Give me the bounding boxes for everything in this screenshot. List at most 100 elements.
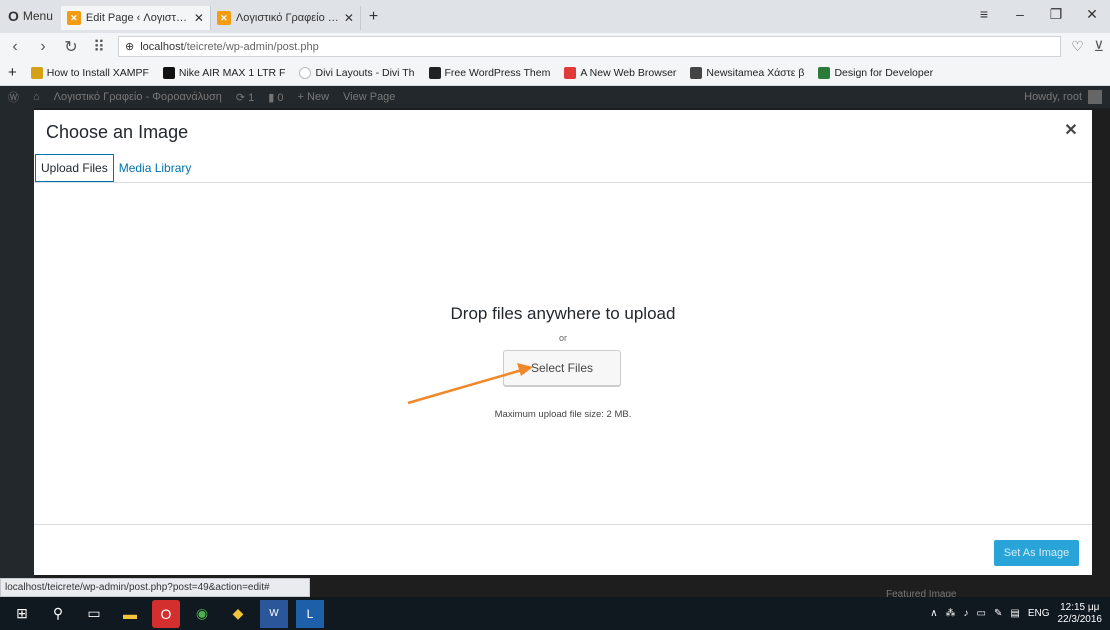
opera-logo-icon: O [8,8,19,24]
close-window-icon[interactable]: ✕ [1074,6,1110,23]
tab-upload-files[interactable]: Upload Files [35,154,114,182]
bookmark-label: Divi Layouts - Divi Th [315,66,415,79]
bookmark-item[interactable]: Divi Layouts - Divi Th [299,66,415,79]
globe-icon: ⊕ [125,41,135,53]
opera-icon[interactable]: O [152,599,180,628]
system-clock[interactable]: 12:15 μμ 22/3/2016 [1058,602,1103,626]
or-text: or [558,333,567,343]
howdy-link[interactable]: Howdy, root [1024,91,1082,103]
bookmark-label: Nike AIR MAX 1 LTR F [178,66,286,79]
media-router-tabs: Upload Files Media Library [34,154,1092,183]
browser-tab-edit-page[interactable]: ✕ Edit Page ‹ Λογιστικό Γραφ… ✕ [60,6,211,30]
url-host: localhost [140,40,184,53]
pen-icon[interactable]: ✎ [994,608,1002,619]
bookmark-item[interactable]: Free WordPress Them [428,66,551,79]
comments-link[interactable]: ▮ 0 [268,91,283,104]
upload-drop-zone[interactable]: Drop files anywhere to upload or Select … [34,184,1092,524]
wp-admin-sidebar [0,108,34,578]
clock-date: 22/3/2016 [1057,613,1103,625]
url-input[interactable]: ⊕ localhost/teicrete/wp-admin/post.php [118,36,1062,57]
bookmark-favicon-icon [690,66,703,79]
bookmark-item[interactable]: Newsitamea Χάστε β [690,66,805,79]
bookmark-item[interactable]: Nike AIR MAX 1 LTR F [162,66,286,79]
new-label: New [307,91,330,103]
media-modal: Choose an Image ✕ Upload Files Media Lib… [34,110,1092,575]
tab-label: Λογιστικό Γραφείο – Φορ… [235,12,339,24]
bookmark-favicon-icon [30,66,43,79]
bookmarks-bar: + How to Install XAMPF Nike AIR MAX 1 LT… [0,60,1110,86]
avatar[interactable] [1088,90,1102,104]
network-icon[interactable]: ⁂ [946,608,956,619]
tab-close-icon[interactable]: ✕ [194,11,204,25]
task-view-icon[interactable]: ▭ [80,600,108,628]
bookmark-label: How to Install XAMPF [46,66,149,79]
max-upload-size: Maximum upload file size: 2 MB. [494,409,632,420]
windows-taskbar: ⊞ ⚲ ▭ ▬ O ◉ ◆ W L ∧ ⁂ ♪ ▭ ✎ ▤ ENG 12:15 … [0,597,1110,630]
bookmark-item[interactable]: A New Web Browser [564,66,676,79]
comments-count: 0 [277,91,284,104]
menu-label: Menu [22,9,53,23]
bookmark-favicon-icon [299,66,312,79]
reload-icon[interactable]: ↻ [62,37,80,57]
notifications-icon[interactable]: ▤ [1010,608,1019,619]
tab-media-library[interactable]: Media Library [114,154,197,182]
heart-icon[interactable]: ♡ [1071,38,1084,55]
xampp-favicon-icon: ✕ [66,11,81,25]
bookmark-item[interactable]: How to Install XAMPF [30,66,149,79]
battery-icon[interactable]: ▭ [977,608,986,619]
tab-label: Edit Page ‹ Λογιστικό Γραφ… [85,12,189,24]
tray-chevron-icon[interactable]: ∧ [930,608,937,619]
clock-time: 12:15 μμ [1060,601,1100,613]
back-icon[interactable]: ‹ [6,38,24,56]
download-icon[interactable]: ⊻ [1094,38,1104,55]
modal-title: Choose an Image [46,122,189,142]
opera-menu-button[interactable]: O Menu [0,4,61,28]
add-bookmark-icon[interactable]: + [8,64,17,81]
bookmark-favicon-icon [162,66,175,79]
new-tab-icon[interactable]: + [361,8,386,26]
window-controls: ≡ – ❐ ✕ [966,2,1110,26]
bookmark-favicon-icon [818,66,831,79]
bookmark-favicon-icon [428,66,441,79]
maximize-icon[interactable]: ❐ [1038,6,1074,23]
wordpress-logo-icon[interactable]: Ⓦ [8,89,19,105]
chrome-icon[interactable]: ◉ [188,600,216,628]
modal-toolbar: Set As Image [34,524,1092,575]
speed-dial-icon[interactable]: ⠿ [90,37,108,57]
new-content-link[interactable]: + New [298,91,330,103]
volume-icon[interactable]: ♪ [964,608,969,619]
bookmark-label: Free WordPress Them [444,66,551,79]
close-icon[interactable]: ✕ [1060,120,1082,142]
select-files-button[interactable]: Select Files [503,350,621,386]
drop-instructions: Drop files anywhere to upload [450,304,676,323]
set-as-image-button[interactable]: Set As Image [994,540,1079,566]
language-indicator[interactable]: ENG [1028,608,1050,619]
file-explorer-icon[interactable]: ▬ [116,600,144,628]
browser-tab-site[interactable]: ✕ Λογιστικό Γραφείο – Φορ… ✕ [211,6,361,30]
home-icon: ⌂ [33,91,40,103]
view-page-link[interactable]: View Page [343,91,395,103]
tab-menu-icon[interactable]: ≡ [966,6,1002,22]
bookmark-label: Design for Developer [834,66,934,79]
folder-icon[interactable]: ◆ [224,600,252,628]
forward-icon[interactable]: › [34,38,52,56]
search-icon[interactable]: ⚲ [44,600,72,628]
updates-link[interactable]: ⟳ 1 [236,91,254,104]
bookmark-favicon-icon [564,66,577,79]
bookmark-label: Newsitamea Χάστε β [706,66,805,79]
link-status-tooltip: localhost/teicrete/wp-admin/post.php?pos… [0,578,310,597]
page-bottom-dimmed [310,578,1110,597]
minimize-icon[interactable]: – [1002,6,1038,22]
address-bar: ‹ › ↻ ⠿ ⊕ localhost/teicrete/wp-admin/po… [0,33,1110,60]
word-icon[interactable]: W [260,599,288,628]
updates-count: 1 [248,91,255,104]
app-l-icon[interactable]: L [296,599,324,628]
windows-start-icon[interactable]: ⊞ [8,600,36,628]
wp-admin-bar: Ⓦ ⌂ Λογιστικό Γραφείο - Φοροανάλυση ⟳ 1 … [0,86,1110,108]
xampp-favicon-icon: ✕ [216,11,231,25]
browser-tabstrip: O Menu ✕ Edit Page ‹ Λογιστικό Γραφ… ✕ ✕… [0,0,1110,33]
site-name-link[interactable]: Λογιστικό Γραφείο - Φοροανάλυση [54,91,222,103]
tab-close-icon[interactable]: ✕ [344,11,354,25]
bookmark-item[interactable]: Design for Developer [818,66,934,79]
url-path: /teicrete/wp-admin/post.php [183,40,319,53]
